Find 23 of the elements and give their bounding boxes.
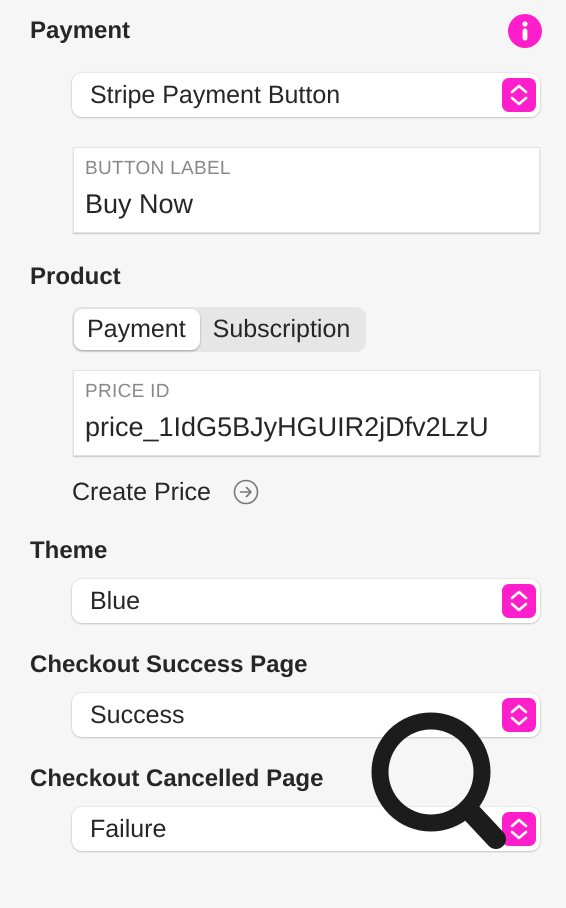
stepper-icon [502, 584, 536, 618]
section-heading: Checkout Success Page [30, 651, 308, 679]
text-field[interactable]: BUTTON LABEL Buy Now [73, 147, 540, 233]
section-heading: Product [30, 263, 121, 291]
section-heading: Payment [30, 17, 130, 45]
segment-tab[interactable]: Payment [74, 309, 200, 350]
dropdown-select[interactable]: Success [72, 693, 540, 737]
arrow-circle-icon [232, 479, 259, 505]
section-heading: Theme [30, 537, 108, 565]
field-label: BUTTON LABEL [85, 158, 231, 180]
stepper-icon [502, 812, 536, 846]
dropdown-select[interactable]: Stripe Payment Button [72, 73, 540, 117]
section-heading: Checkout Cancelled Page [30, 765, 324, 793]
stepper-icon [502, 698, 536, 732]
segment-tab[interactable]: Subscription [200, 309, 364, 350]
info-icon[interactable] [508, 14, 542, 48]
field-label: PRICE ID [85, 381, 170, 403]
field-value: price_1IdG5BJyHGUIR2jDfv2LzU [85, 412, 489, 443]
text-field[interactable]: PRICE ID price_1IdG5BJyHGUIR2jDfv2LzU [73, 370, 540, 456]
stepper-icon [502, 78, 536, 112]
field-value: Buy Now [85, 189, 194, 220]
create-price-link[interactable]: Create Price [72, 478, 211, 506]
dropdown-select[interactable]: Blue [72, 579, 540, 623]
